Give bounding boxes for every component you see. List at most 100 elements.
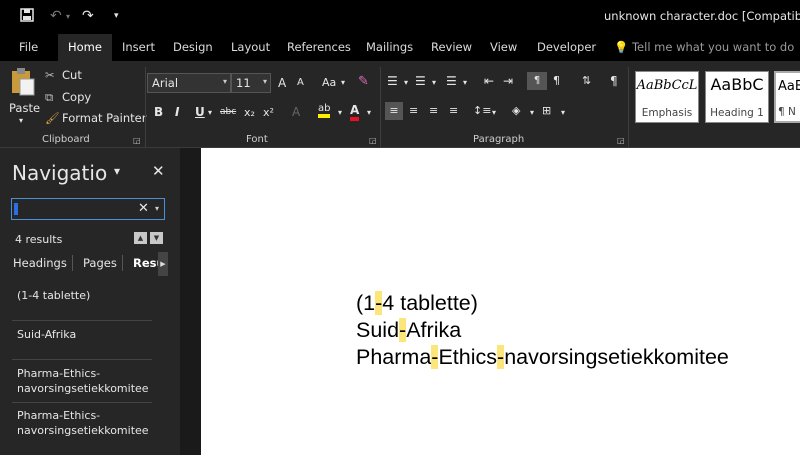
tab-developer[interactable]: Developer <box>537 34 596 61</box>
ribbon-separator <box>628 67 629 147</box>
chevron-down-icon[interactable]: ▾ <box>404 78 408 87</box>
style-emphasis[interactable]: AaBbCcL Emphasis <box>635 71 699 123</box>
tab-results[interactable]: Results <box>133 256 158 270</box>
justify-icon[interactable]: ≡ <box>449 104 458 117</box>
pane-splitter[interactable] <box>180 148 201 455</box>
font-color-button[interactable]: A <box>350 103 360 121</box>
tab-view[interactable]: View <box>490 34 517 61</box>
strikethrough-button[interactable]: abc <box>220 107 236 117</box>
chevron-down-icon[interactable]: ▾ <box>155 204 159 213</box>
align-left-icon[interactable]: ≡ <box>385 102 403 120</box>
tab-mailings[interactable]: Mailings <box>366 34 413 61</box>
document-line-3: Pharma-Ethics-navorsingsetiekkomitee <box>356 344 729 370</box>
style-normal[interactable]: AaB ¶ N <box>774 71 800 123</box>
font-name-combo[interactable]: Arial ▾ <box>147 73 231 93</box>
clipboard-group-label: Clipboard <box>42 134 90 145</box>
tab-review[interactable]: Review <box>431 34 472 61</box>
result-item[interactable]: Pharma-Ethics-navorsingsetiekkomitee <box>17 408 157 438</box>
close-icon[interactable]: ✕ <box>152 162 165 180</box>
style-heading-1[interactable]: AaBbC Heading 1 <box>705 71 769 123</box>
bold-button[interactable]: B <box>154 105 163 119</box>
chevron-down-icon[interactable]: ▾ <box>432 78 436 87</box>
document-line-2: Suid-Afrika <box>356 317 461 343</box>
tell-me-search[interactable]: 💡 Tell me what you want to do <box>614 34 794 61</box>
result-item[interactable]: Pharma-Ethics-navorsingsetiekkomitee <box>17 366 157 396</box>
shrink-font-button[interactable]: A <box>297 77 304 88</box>
paragraph-launcher-icon[interactable]: ◲ <box>617 136 625 145</box>
clear-formatting-icon[interactable]: ✎ <box>358 74 369 89</box>
change-case-button[interactable]: Aa <box>322 76 336 89</box>
multilevel-list-icon[interactable]: ☰ <box>446 74 457 88</box>
style-sample: AaB <box>778 79 800 94</box>
text-run: navorsingsetiekkomitee <box>504 345 729 369</box>
tab-pages[interactable]: Pages <box>83 256 117 270</box>
redo-icon[interactable]: ↷ <box>82 8 94 24</box>
result-item[interactable]: Suid-Afrika <box>17 327 157 342</box>
tab-layout[interactable]: Layout <box>231 34 270 61</box>
format-painter-label: Format Painter <box>62 111 147 125</box>
chevron-down-icon[interactable]: ▾ <box>492 108 496 117</box>
search-box[interactable]: ✕ ▾ <box>11 198 165 220</box>
document-title: unknown character.doc [Compatibility <box>604 9 800 23</box>
superscript-button[interactable]: x² <box>263 106 274 119</box>
customize-qat-icon[interactable]: ▾ <box>114 11 119 21</box>
next-result-icon[interactable]: ▼ <box>150 232 163 244</box>
tab-file[interactable]: File <box>19 34 38 61</box>
highlight-button[interactable]: ab <box>318 103 331 118</box>
chevron-down-icon[interactable]: ▾ <box>367 108 371 117</box>
undo-icon[interactable]: ↶ <box>50 8 62 24</box>
tab-references[interactable]: References <box>287 34 351 61</box>
chevron-down-icon[interactable]: ▾ <box>530 108 534 117</box>
show-marks-icon[interactable]: ¶ <box>610 74 618 88</box>
align-right-icon[interactable]: ≡ <box>429 104 438 117</box>
text-effects-button[interactable]: A <box>292 105 300 119</box>
result-divider <box>12 359 152 360</box>
align-center-icon[interactable]: ≡ <box>409 104 418 117</box>
font-launcher-icon[interactable]: ◲ <box>369 136 377 145</box>
document-page[interactable]: (1-4 tablette) Suid-Afrika Pharma-Ethics… <box>201 148 800 455</box>
numbering-icon[interactable]: ☰ <box>415 74 426 88</box>
line-spacing-icon[interactable]: ↕≡ <box>473 104 491 117</box>
chevron-down-icon[interactable]: ▾ <box>561 108 565 117</box>
subscript-button[interactable]: x₂ <box>244 106 255 119</box>
save-icon[interactable] <box>20 8 34 26</box>
text-run: Afrika <box>406 318 462 342</box>
previous-result-icon[interactable]: ▲ <box>134 232 147 244</box>
grow-font-button[interactable]: A <box>278 76 286 90</box>
ribbon-tabs: File Home Insert Design Layout Reference… <box>0 34 800 61</box>
shading-icon[interactable]: ◈ <box>512 104 520 117</box>
ribbon-separator <box>145 67 146 147</box>
tab-insert[interactable]: Insert <box>122 34 155 61</box>
underline-button[interactable]: U <box>195 105 205 119</box>
clipboard-launcher-icon[interactable]: ◲ <box>133 136 141 145</box>
increase-indent-icon[interactable]: ⇥ <box>503 74 513 88</box>
chevron-down-icon[interactable]: ▾ <box>338 108 342 117</box>
tab-home[interactable]: Home <box>58 34 112 61</box>
italic-button[interactable]: I <box>175 105 179 119</box>
paragraph-group-label: Paragraph <box>473 134 525 145</box>
tab-design[interactable]: Design <box>173 34 213 61</box>
search-input[interactable] <box>15 202 135 216</box>
decrease-indent-icon[interactable]: ⇤ <box>484 74 494 88</box>
ltr-icon[interactable]: ¶ <box>527 72 547 90</box>
cut-button[interactable]: ✂ Cut <box>45 68 82 82</box>
bullets-icon[interactable]: ☰ <box>387 74 398 88</box>
style-sample: AaBbCcL <box>636 78 698 93</box>
sort-icon[interactable]: ⇅ <box>582 74 591 87</box>
navigation-title: Navigation <box>12 161 108 185</box>
chevron-down-icon[interactable]: ▾ <box>208 108 212 117</box>
borders-icon[interactable]: ⊞ <box>542 104 551 117</box>
chevron-right-icon[interactable]: ▶ <box>158 252 168 276</box>
font-size-combo[interactable]: 11 ▾ <box>231 73 271 93</box>
rtl-icon[interactable]: ¶ <box>553 74 560 87</box>
result-item[interactable]: (1-4 tablette) <box>17 288 157 303</box>
tab-headings[interactable]: Headings <box>13 256 67 270</box>
format-painter-button[interactable]: 🖌 Format Painter <box>45 111 146 125</box>
chevron-down-icon[interactable]: ▾ <box>341 78 345 87</box>
chevron-down-icon[interactable]: ▾ <box>463 78 467 87</box>
close-icon[interactable]: ✕ <box>138 201 149 216</box>
navigation-options-icon[interactable]: ▾ <box>114 164 120 178</box>
copy-button[interactable]: ⧉ Copy <box>45 90 91 105</box>
text-run: Suid <box>356 318 400 342</box>
undo-dropdown-icon[interactable]: ▾ <box>66 12 70 21</box>
